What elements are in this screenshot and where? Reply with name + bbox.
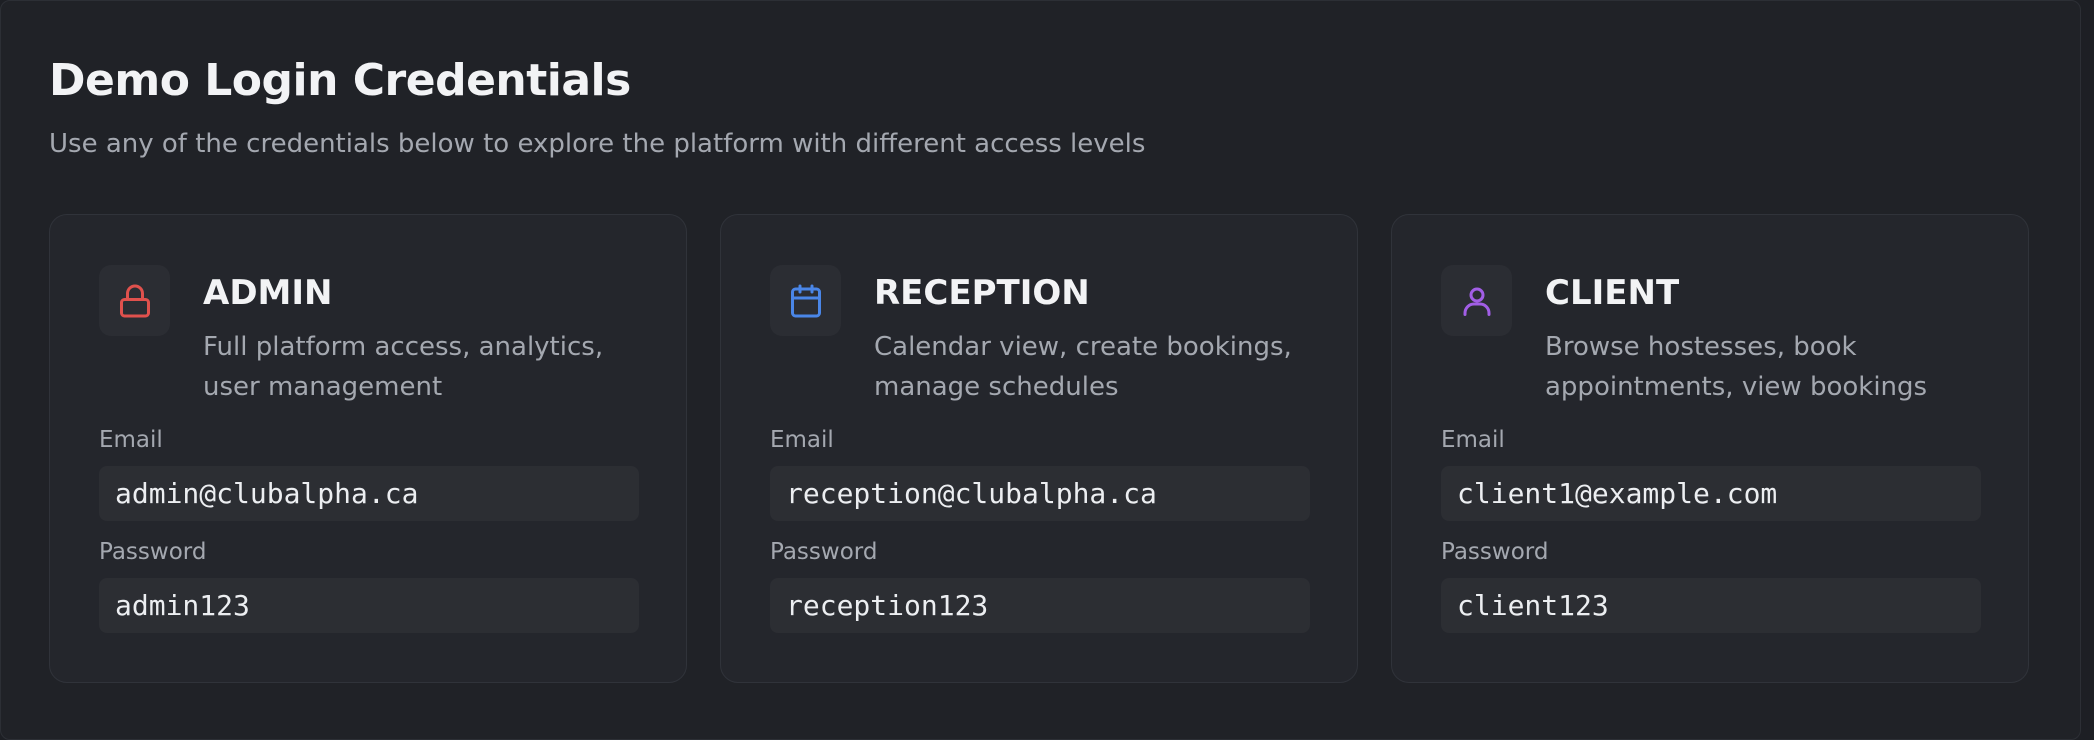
password-label: Password — [99, 539, 207, 565]
role-description: Full platform access, analytics, user ma… — [203, 332, 604, 402]
password-value[interactable]: reception123 — [770, 578, 1310, 633]
email-value[interactable]: admin@clubalpha.ca — [99, 466, 639, 521]
user-icon — [1441, 265, 1512, 336]
role-description: Calendar view, create bookings, manage s… — [874, 332, 1292, 402]
password-label: Password — [1441, 539, 1549, 565]
credential-card-admin: ADMIN Full platform access, analytics, u… — [49, 214, 687, 683]
email-label: Email — [770, 427, 834, 453]
role-title: ADMIN — [203, 273, 333, 313]
password-value[interactable]: client123 — [1441, 578, 1981, 633]
email-label: Email — [1441, 427, 1505, 453]
calendar-icon — [770, 265, 841, 336]
email-label: Email — [99, 427, 163, 453]
role-title: RECEPTION — [874, 273, 1090, 313]
password-label: Password — [770, 539, 878, 565]
password-value[interactable]: admin123 — [99, 578, 639, 633]
demo-credentials-panel: Demo Login Credentials Use any of the cr… — [0, 0, 2081, 740]
credential-card-reception: RECEPTION Calendar view, create bookings… — [720, 214, 1358, 683]
page-subtitle: Use any of the credentials below to expl… — [49, 129, 1146, 159]
credential-card-client: CLIENT Browse hostesses, book appointmen… — [1391, 214, 2029, 683]
page-title: Demo Login Credentials — [49, 55, 631, 106]
role-description: Browse hostesses, book appointments, vie… — [1545, 332, 1928, 402]
email-value[interactable]: reception@clubalpha.ca — [770, 466, 1310, 521]
role-title: CLIENT — [1545, 273, 1680, 313]
lock-icon — [99, 265, 170, 336]
email-value[interactable]: client1@example.com — [1441, 466, 1981, 521]
